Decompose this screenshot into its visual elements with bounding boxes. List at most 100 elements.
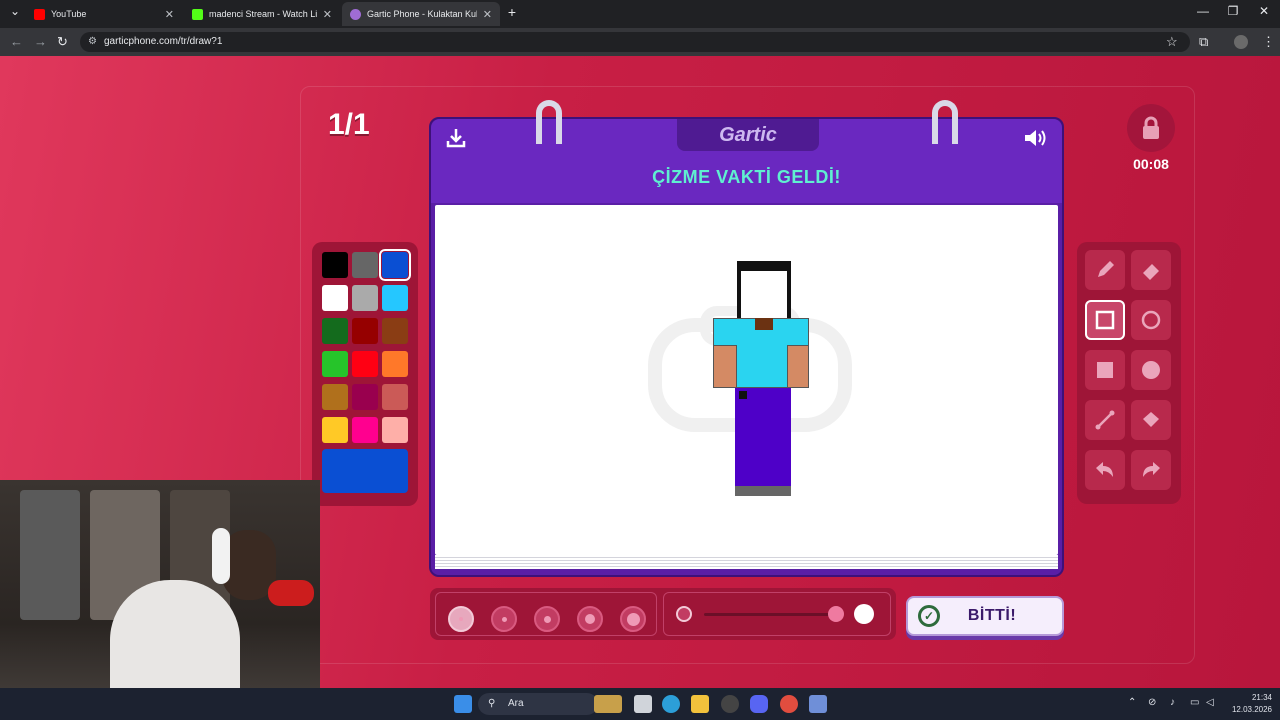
restore-icon[interactable]: ❐: [1218, 4, 1248, 18]
download-button[interactable]: [445, 127, 467, 154]
brush-size-group: [435, 592, 657, 636]
fill-bucket-tool[interactable]: [1131, 400, 1171, 440]
chrome-icon[interactable]: [780, 695, 798, 713]
color-swatch[interactable]: [322, 351, 348, 377]
new-tab-button[interactable]: +: [497, 4, 527, 20]
lock-button[interactable]: [1127, 104, 1175, 152]
microphone: [268, 580, 314, 606]
opacity-max-icon: [854, 604, 874, 624]
extensions-icon[interactable]: ⧉: [1199, 34, 1208, 50]
done-button[interactable]: ✓ BİTTİ!: [906, 596, 1064, 636]
volume-icon[interactable]: ◁: [1206, 697, 1214, 708]
tab-gartic[interactable]: Gartic Phone - Kulaktan Kulağa ✕: [342, 2, 500, 26]
menu-icon[interactable]: ⋮: [1262, 34, 1275, 50]
rectangle-filled-tool[interactable]: [1085, 350, 1125, 390]
url-field[interactable]: ⚙ garticphone.com/tr/draw?1: [80, 32, 1190, 52]
timer: 00:08: [1133, 156, 1169, 172]
ellipse-filled-tool[interactable]: [1131, 350, 1171, 390]
close-icon[interactable]: ✕: [483, 8, 492, 21]
edge-icon[interactable]: [662, 695, 680, 713]
color-swatch[interactable]: [352, 417, 378, 443]
system-clock[interactable]: 21:34 12.03.2026: [1222, 692, 1272, 716]
opacity-slider-handle[interactable]: [828, 606, 844, 622]
app-icon[interactable]: [721, 695, 739, 713]
close-icon[interactable]: ✕: [323, 8, 332, 21]
brush-size-2[interactable]: [491, 606, 517, 632]
brush-size-5[interactable]: [620, 606, 646, 632]
undo-tool[interactable]: [1085, 450, 1125, 490]
sound-button[interactable]: [1023, 127, 1049, 154]
color-swatch[interactable]: [352, 252, 378, 278]
opacity-group: [663, 592, 891, 636]
color-swatch[interactable]: [322, 252, 348, 278]
color-swatch[interactable]: [382, 417, 408, 443]
checkmark-icon: ✓: [918, 605, 940, 627]
brush-size-1[interactable]: [448, 606, 474, 632]
current-color-preview[interactable]: [322, 449, 408, 493]
discord-icon[interactable]: [750, 695, 768, 713]
pencil-icon: [1098, 261, 1114, 277]
color-swatch[interactable]: [382, 351, 408, 377]
color-palette: [312, 242, 418, 506]
app-icon[interactable]: [809, 695, 827, 713]
minimize-icon[interactable]: —: [1188, 4, 1218, 18]
rectangle-outline-tool[interactable]: [1085, 300, 1125, 340]
gartic-logo: Gartic: [677, 119, 819, 151]
kick-icon: [192, 8, 203, 20]
gartic-icon: [350, 8, 361, 20]
square-filled-icon: [1097, 362, 1113, 378]
mic-tray-icon[interactable]: ♪: [1170, 697, 1175, 708]
bookmark-star-icon[interactable]: ☆: [1166, 34, 1178, 50]
circle-filled-icon: [1142, 361, 1160, 379]
taskbar-search[interactable]: ⚲ Ara: [478, 693, 598, 715]
file-explorer-icon[interactable]: [691, 695, 709, 713]
tab-kick[interactable]: madenci Stream - Watch Live o ✕: [184, 2, 340, 26]
close-icon[interactable]: ✕: [165, 8, 174, 21]
notebook-ring-right: [932, 100, 958, 144]
widgets-icon[interactable]: [594, 695, 622, 713]
network-icon[interactable]: ⊘: [1148, 697, 1156, 708]
notebook-header: Gartic ÇİZME VAKTİ GELDİ!: [431, 119, 1062, 203]
drawing-canvas[interactable]: [435, 205, 1058, 555]
color-swatch[interactable]: [352, 318, 378, 344]
eraser-tool[interactable]: [1131, 250, 1171, 290]
brush-size-4[interactable]: [577, 606, 603, 632]
redo-icon: [1143, 462, 1160, 477]
url-text: garticphone.com/tr/draw?1: [104, 36, 223, 47]
brush-settings-bar: [430, 588, 896, 640]
redo-tool[interactable]: [1131, 450, 1171, 490]
profile-avatar[interactable]: [1234, 35, 1248, 49]
display-icon[interactable]: ▭: [1190, 697, 1199, 708]
drawn-face-block: [741, 271, 787, 318]
pencil-tool[interactable]: [1085, 250, 1125, 290]
start-icon[interactable]: [454, 695, 472, 713]
reload-icon[interactable]: ↻: [57, 34, 68, 50]
line-tool[interactable]: [1085, 400, 1125, 440]
notebook-page-edges: [435, 555, 1058, 569]
forward-icon[interactable]: →: [34, 34, 47, 49]
back-icon[interactable]: ←: [10, 34, 23, 49]
task-view-icon[interactable]: [634, 695, 652, 713]
brush-size-3[interactable]: [534, 606, 560, 632]
tab-label: madenci Stream - Watch Live o: [209, 9, 317, 19]
color-swatch[interactable]: [322, 285, 348, 311]
address-bar: ← → ↻ ⚙ garticphone.com/tr/draw?1 ☆ ⧉ ⋮: [0, 28, 1280, 56]
color-swatch[interactable]: [322, 384, 348, 410]
color-swatch[interactable]: [322, 318, 348, 344]
color-swatch[interactable]: [352, 351, 378, 377]
color-swatch[interactable]: [382, 384, 408, 410]
color-swatch[interactable]: [379, 249, 411, 281]
color-swatch[interactable]: [382, 318, 408, 344]
color-swatch[interactable]: [382, 285, 408, 311]
ellipse-outline-tool[interactable]: [1131, 300, 1171, 340]
color-swatch[interactable]: [352, 285, 378, 311]
color-swatch[interactable]: [322, 417, 348, 443]
site-info-icon[interactable]: ⚙: [88, 32, 97, 52]
window-close-icon[interactable]: ✕: [1249, 4, 1279, 18]
draw-prompt-title: ÇİZME VAKTİ GELDİ!: [652, 167, 841, 187]
drawn-right-arm-block: [787, 345, 809, 388]
tray-chevron-icon[interactable]: ⌃: [1128, 697, 1136, 708]
opacity-slider-track[interactable]: [704, 613, 834, 616]
tab-youtube[interactable]: YouTube ✕: [26, 2, 182, 26]
color-swatch[interactable]: [352, 384, 378, 410]
